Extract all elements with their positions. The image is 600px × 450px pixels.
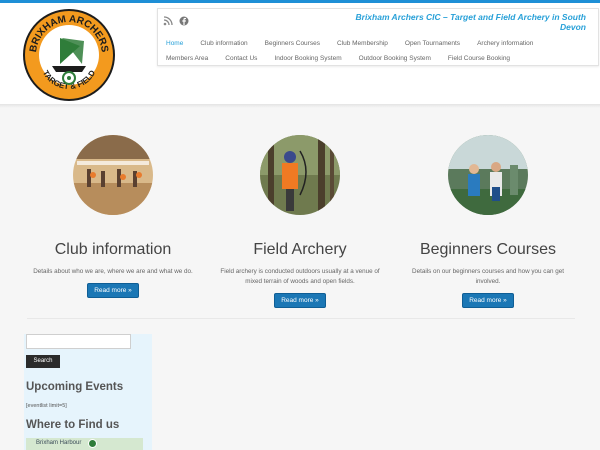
nav-item-outdoor-booking[interactable]: Outdoor Booking System (359, 55, 431, 62)
read-more-button[interactable]: Read more » (274, 293, 326, 308)
nav-item-beginners-courses[interactable]: Beginners Courses (265, 40, 320, 47)
search-input[interactable] (26, 334, 131, 349)
search-button[interactable]: Search (26, 355, 60, 368)
nav-item-archery-information[interactable]: Archery information (477, 40, 533, 47)
sidebar: Search Upcoming Events [eventlist limit=… (24, 334, 152, 450)
feature-description: Field archery is conducted outdoors usua… (220, 268, 380, 285)
rss-icon[interactable] (163, 13, 173, 26)
nav-row-primary: Home Club information Beginners Courses … (166, 40, 550, 47)
main-navigation: Brixham Archers CIC – Target and Field A… (157, 8, 599, 66)
beginners-photo[interactable] (448, 135, 528, 215)
content-divider (27, 318, 575, 319)
feature-beginners-courses: Beginners Courses Details on our beginne… (394, 135, 582, 308)
field-archery-photo[interactable] (260, 135, 340, 215)
nav-item-contact-us[interactable]: Contact Us (225, 55, 257, 62)
feature-field-archery: Field Archery Field archery is conducted… (206, 135, 394, 308)
header-shadow (0, 104, 600, 108)
events-shortcode-text: [eventlist limit=5] (26, 403, 67, 409)
site-logo[interactable]: BRIXHAM ARCHERS TARGET & FIELD (22, 8, 116, 102)
upcoming-events-heading: Upcoming Events (26, 381, 124, 393)
social-links (163, 13, 189, 26)
feature-title: Club information (54, 241, 172, 258)
feature-club-information: Club information Details about who we ar… (19, 135, 207, 298)
nav-item-indoor-booking[interactable]: Indoor Booking System (274, 55, 341, 62)
feature-description: Details about who we are, where we are a… (33, 268, 193, 275)
map-label: Brixham Harbour (36, 440, 82, 446)
nav-item-home[interactable]: Home (166, 40, 183, 47)
facebook-icon[interactable] (179, 13, 189, 26)
nav-item-club-membership[interactable]: Club Membership (337, 40, 388, 47)
nav-item-club-information[interactable]: Club information (200, 40, 247, 47)
read-more-button[interactable]: Read more » (87, 283, 139, 298)
feature-title: Field Archery (253, 241, 347, 258)
feature-description: Details on our beginners courses and how… (412, 268, 564, 285)
find-us-heading: Where to Find us (26, 419, 120, 431)
nav-item-members-area[interactable]: Members Area (166, 55, 208, 62)
feature-title: Beginners Courses (419, 241, 557, 258)
logo-emblem-icon: BRIXHAM ARCHERS TARGET & FIELD (23, 9, 115, 101)
site-tagline[interactable]: Brixham Archers CIC – Target and Field A… (336, 12, 587, 32)
nav-item-field-course-booking[interactable]: Field Course Booking (448, 55, 510, 62)
nav-row-secondary: Members Area Contact Us Indoor Booking S… (166, 55, 527, 62)
club-hall-photo[interactable] (73, 135, 153, 215)
nav-item-open-tournaments[interactable]: Open Tournaments (405, 40, 460, 47)
read-more-button[interactable]: Read more » (462, 293, 514, 308)
map-pin-icon[interactable] (88, 439, 97, 448)
location-map[interactable]: Brixham Harbour (26, 438, 143, 450)
